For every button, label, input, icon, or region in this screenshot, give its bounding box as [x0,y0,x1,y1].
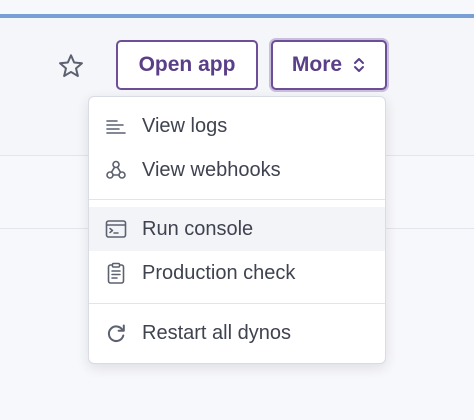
chevron-up-down-icon [354,58,365,72]
menu-item-label: Production check [142,261,296,284]
menu-item-label: View webhooks [142,158,281,181]
star-outline-icon[interactable] [57,52,85,80]
menu-item-label: Restart all dynos [142,321,291,344]
menu-item-run-console[interactable]: Run console [89,207,385,251]
clipboard-check-icon [107,262,125,284]
more-button-label: More [291,53,343,76]
menu-item-label: Run console [142,217,254,240]
menu-item-restart-all-dynos[interactable]: Restart all dynos [89,311,385,355]
restart-icon [107,324,125,342]
menu-item-label: View logs [142,114,228,137]
logs-icon [106,120,126,134]
menu-divider [89,303,385,304]
more-dropdown-menu: View logs View webhooks Run console Prod… [88,96,386,364]
menu-item-view-webhooks[interactable]: View webhooks [89,148,385,192]
more-button[interactable]: More [271,40,387,90]
menu-divider [89,199,385,200]
menu-item-view-logs[interactable]: View logs [89,104,385,148]
menu-item-production-check[interactable]: Production check [89,251,385,295]
console-icon [105,220,127,238]
webhooks-icon [106,160,126,179]
open-app-button[interactable]: Open app [116,40,258,90]
